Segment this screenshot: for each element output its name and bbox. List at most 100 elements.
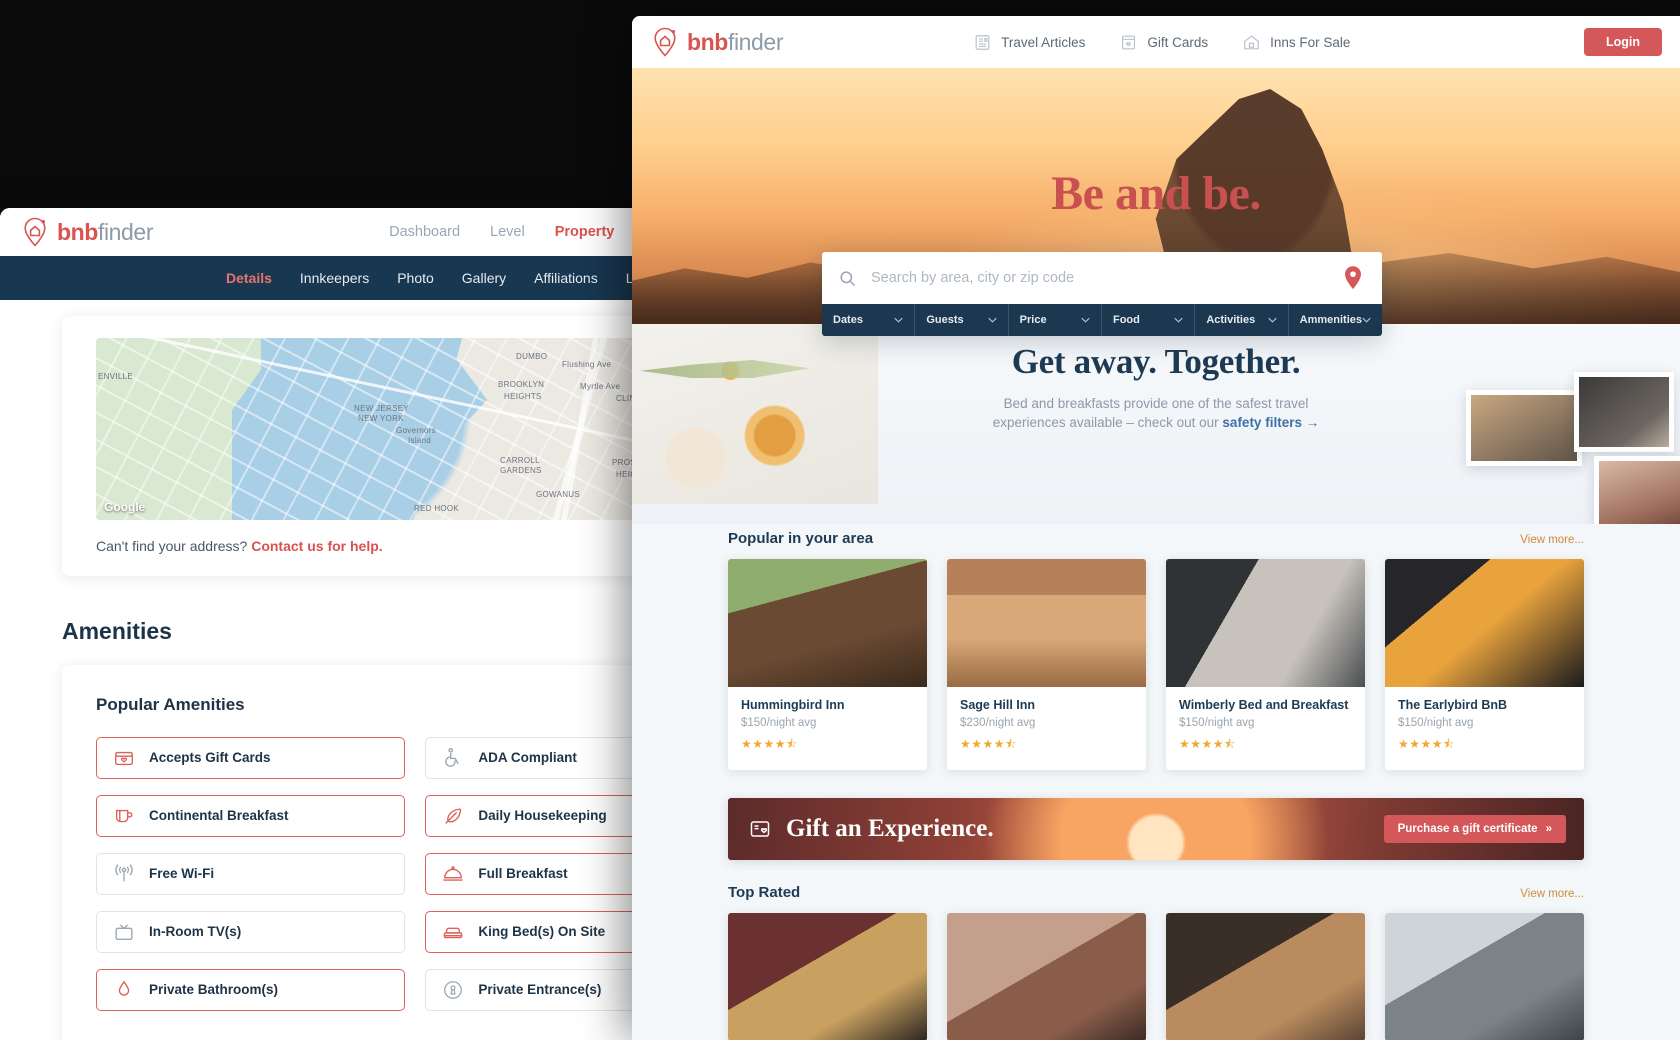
amenity-chip-free-wifi[interactable]: Free Wi-Fi <box>96 853 406 895</box>
chevron-down-icon <box>894 317 903 323</box>
top-rated-section-title: Top Rated <box>728 884 801 901</box>
gift-card-icon <box>113 747 135 769</box>
property-photo <box>1385 913 1584 1040</box>
hero-headline: Be and be. <box>1051 167 1261 220</box>
filter-ammenities[interactable]: Ammenities <box>1289 304 1382 336</box>
filter-dates[interactable]: Dates <box>822 304 916 336</box>
property-card[interactable] <box>1166 913 1365 1040</box>
collage-photo-1 <box>1466 390 1582 466</box>
purchase-gift-certificate-button[interactable]: Purchase a gift certificate » <box>1383 815 1566 843</box>
map-label: DUMBO <box>516 352 548 361</box>
property-card[interactable]: Sage Hill Inn $230/night avg ★★★★⯪ <box>947 559 1146 770</box>
property-price: $230/night avg <box>960 717 1036 729</box>
amenity-label: King Bed(s) On Site <box>478 924 606 940</box>
map-label: BROOKLYN <box>498 380 545 389</box>
nav-item-property[interactable]: Property <box>555 210 615 254</box>
coffee-cup-icon <box>113 805 135 827</box>
amenity-label: Private Entrance(s) <box>478 982 602 998</box>
search-bar <box>822 252 1382 304</box>
subnav-item-details[interactable]: Details <box>226 270 272 286</box>
subnav-item-photo[interactable]: Photo <box>397 270 434 286</box>
promo-body-line2: experiences available – check out our <box>992 414 1223 430</box>
amenity-chip-accepts-gift-cards[interactable]: Accepts Gift Cards <box>96 737 406 779</box>
bnbfinder-site-window: bnbfinder Travel Articles Gift Cards Inn… <box>632 16 1680 1040</box>
nav-label: Inns For Sale <box>1270 34 1351 50</box>
bed-icon <box>442 921 464 943</box>
property-photo <box>728 913 927 1040</box>
property-card[interactable] <box>947 913 1146 1040</box>
filter-food[interactable]: Food <box>1102 304 1196 336</box>
gift-banner-title: Gift an Experience. <box>786 815 994 842</box>
promo-photo-collage <box>1466 372 1680 524</box>
amenity-label: Free Wi-Fi <box>149 866 215 882</box>
property-card[interactable]: The Earlybird BnB $150/night avg ★★★★⯪ <box>1385 559 1584 770</box>
amenity-label: Private Bathroom(s) <box>149 982 279 998</box>
filter-guests[interactable]: Guests <box>915 304 1009 336</box>
filter-label: Price <box>1019 314 1047 326</box>
filter-activities[interactable]: Activities <box>1195 304 1289 336</box>
amenity-chip-in-room-tvs[interactable]: In-Room TV(s) <box>96 911 406 953</box>
map-label: NEW YORK <box>358 414 404 423</box>
property-card[interactable]: Wimberly Bed and Breakfast $150/night av… <box>1166 559 1365 770</box>
chevron-down-icon <box>1081 317 1090 323</box>
amenity-label: ADA Compliant <box>478 750 577 766</box>
top-rated-view-more-link[interactable]: View more... <box>1520 888 1584 900</box>
nav-item-travel-articles[interactable]: Travel Articles <box>973 33 1085 52</box>
promo-section: Get away. Together. Bed and breakfasts p… <box>632 324 1680 524</box>
nav-item-gift-cards[interactable]: Gift Cards <box>1119 33 1208 52</box>
amenity-label: Continental Breakfast <box>149 808 289 824</box>
property-photo <box>947 559 1146 687</box>
nav-link-level[interactable]: Level <box>490 224 525 240</box>
brand-logo[interactable]: bnbfinder <box>22 217 153 247</box>
popular-card-grid: Hummingbird Inn $150/night avg ★★★★⯪ Sag… <box>728 559 1584 770</box>
collage-photo-2 <box>1574 372 1674 452</box>
top-rated-section-header: Top Rated View more... <box>728 884 1584 901</box>
map-label: Island <box>408 436 432 445</box>
map-label: Flushing Ave <box>562 360 612 369</box>
amenity-chip-continental-breakfast[interactable]: Continental Breakfast <box>96 795 406 837</box>
amenity-chip-private-bathrooms[interactable]: Private Bathroom(s) <box>96 969 406 1011</box>
promo-body-line1: Bed and breakfasts provide one of the sa… <box>1003 396 1309 411</box>
property-card-body: Sage Hill Inn $230/night avg ★★★★⯪ <box>947 687 1146 770</box>
nav-link-property[interactable]: Property <box>555 224 615 240</box>
property-rating-stars: ★★★★⯪ <box>1398 737 1455 751</box>
property-rating-stars: ★★★★⯪ <box>741 737 798 751</box>
property-card-body: The Earlybird BnB $150/night avg ★★★★⯪ <box>1385 687 1584 770</box>
nav-item-level[interactable]: Level <box>490 210 525 254</box>
map-label: Governors <box>396 426 437 435</box>
property-card[interactable]: Hummingbird Inn $150/night avg ★★★★⯪ <box>728 559 927 770</box>
property-card[interactable] <box>1385 913 1584 1040</box>
wheelchair-icon <box>442 747 464 769</box>
map-pin-icon[interactable] <box>1340 265 1366 291</box>
nav-item-inns-for-sale[interactable]: Inns For Sale <box>1242 33 1350 52</box>
search-icon <box>838 269 857 288</box>
popular-view-more-link[interactable]: View more... <box>1520 534 1584 546</box>
property-photo <box>1385 559 1584 687</box>
nav-item-dashboard[interactable]: Dashboard <box>389 210 460 254</box>
search-input[interactable] <box>871 270 1326 286</box>
property-photo <box>1166 913 1365 1040</box>
gift-card-icon <box>748 817 772 841</box>
amenity-label: Accepts Gift Cards <box>149 750 271 766</box>
property-name: Hummingbird Inn <box>741 698 845 712</box>
chevron-down-icon <box>1174 317 1183 323</box>
property-card[interactable] <box>728 913 927 1040</box>
filter-label: Ammenities <box>1299 314 1362 326</box>
subnav-item-innkeepers[interactable]: Innkeepers <box>300 270 369 286</box>
subnav-item-gallery[interactable]: Gallery <box>462 270 506 286</box>
nav-link-dashboard[interactable]: Dashboard <box>389 224 460 240</box>
filter-price[interactable]: Price <box>1009 304 1102 336</box>
property-card-body: Hummingbird Inn $150/night avg ★★★★⯪ <box>728 687 927 770</box>
top-rated-section: Top Rated View more... <box>632 884 1680 1040</box>
map-label: HEIGHTS <box>504 392 542 401</box>
contact-us-link[interactable]: Contact us for help. <box>251 538 382 554</box>
subnav-item-affiliations[interactable]: Affiliations <box>534 270 598 286</box>
site-brand-logo[interactable]: bnbfinder <box>652 27 783 57</box>
safety-filters-link[interactable]: safety filters → <box>1222 415 1319 430</box>
google-maps-logo: Google <box>104 500 146 514</box>
popular-section-header: Popular in your area View more... <box>728 530 1584 547</box>
map-label: Myrtle Ave <box>580 382 621 391</box>
gift-card-icon <box>1119 33 1138 52</box>
login-button[interactable]: Login <box>1583 28 1662 56</box>
property-photo <box>728 559 927 687</box>
